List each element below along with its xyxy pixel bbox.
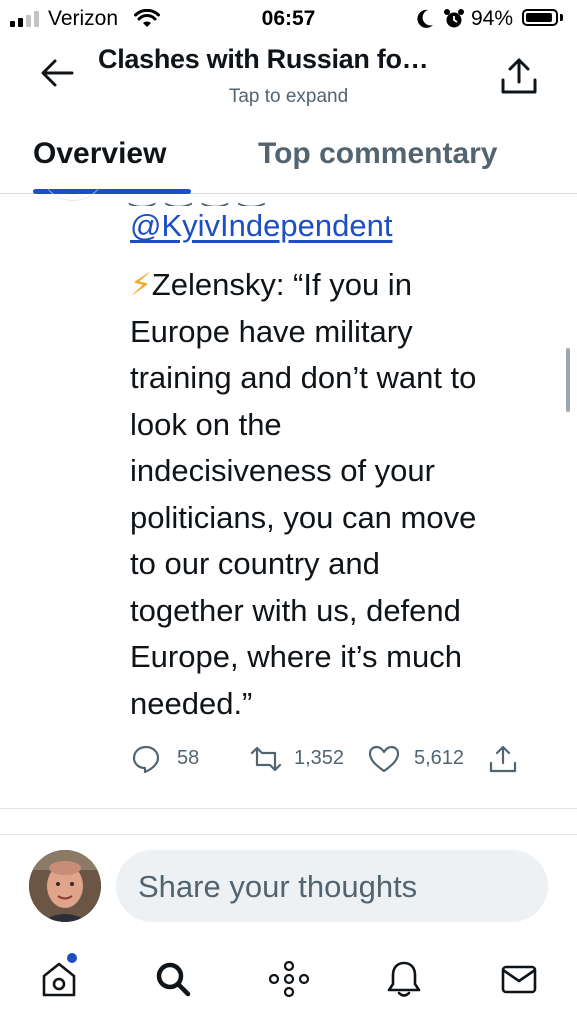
share-icon[interactable] — [499, 56, 539, 96]
share-tweet-icon[interactable] — [488, 744, 518, 774]
battery-icon — [522, 9, 558, 26]
avatar — [40, 160, 106, 201]
heart-icon[interactable] — [368, 744, 400, 774]
tweet-text: ⚡Zelensky: “If you in Europe have milita… — [130, 262, 560, 727]
status-bar: Verizon 06:57 94% — [0, 0, 577, 38]
home-notification-dot — [67, 953, 77, 963]
user-avatar[interactable] — [29, 850, 101, 922]
scrollbar[interactable] — [566, 348, 570, 412]
user-avatar-image — [29, 850, 101, 922]
spaces-icon[interactable] — [268, 960, 310, 998]
retweet-icon[interactable] — [249, 744, 283, 774]
like-count: 5,612 — [414, 747, 465, 769]
compose-input[interactable] — [136, 850, 540, 924]
messages-icon[interactable] — [500, 960, 538, 998]
lightning-icon: ⚡ — [130, 267, 152, 302]
reply-icon[interactable] — [131, 744, 161, 774]
battery-nub — [560, 14, 563, 21]
tap-to-expand[interactable]: Tap to expand — [0, 86, 577, 108]
notifications-icon[interactable] — [386, 960, 422, 998]
clipped-text: ‿ ‿ ‿ ‿ ‿ — [120, 192, 280, 206]
page-title[interactable]: Clashes with Russian fo… — [98, 44, 429, 75]
reply-count: 58 — [177, 747, 200, 769]
composer-divider — [0, 834, 577, 835]
home-icon[interactable] — [40, 960, 78, 998]
tweet-divider — [0, 808, 577, 809]
tab-top-commentary[interactable]: Top commentary — [258, 137, 498, 171]
retweet-count: 1,352 — [294, 747, 345, 769]
back-arrow-icon[interactable] — [40, 58, 74, 88]
tweet-body: Zelensky: “If you in Europe have militar… — [130, 267, 477, 721]
compose-field-container[interactable] — [116, 850, 548, 924]
moon-icon — [417, 9, 433, 28]
mention-link[interactable]: @KyivIndependent — [130, 208, 392, 244]
battery-percent: 94% — [471, 7, 514, 30]
alarm-icon — [444, 9, 464, 28]
search-icon[interactable] — [154, 960, 192, 998]
